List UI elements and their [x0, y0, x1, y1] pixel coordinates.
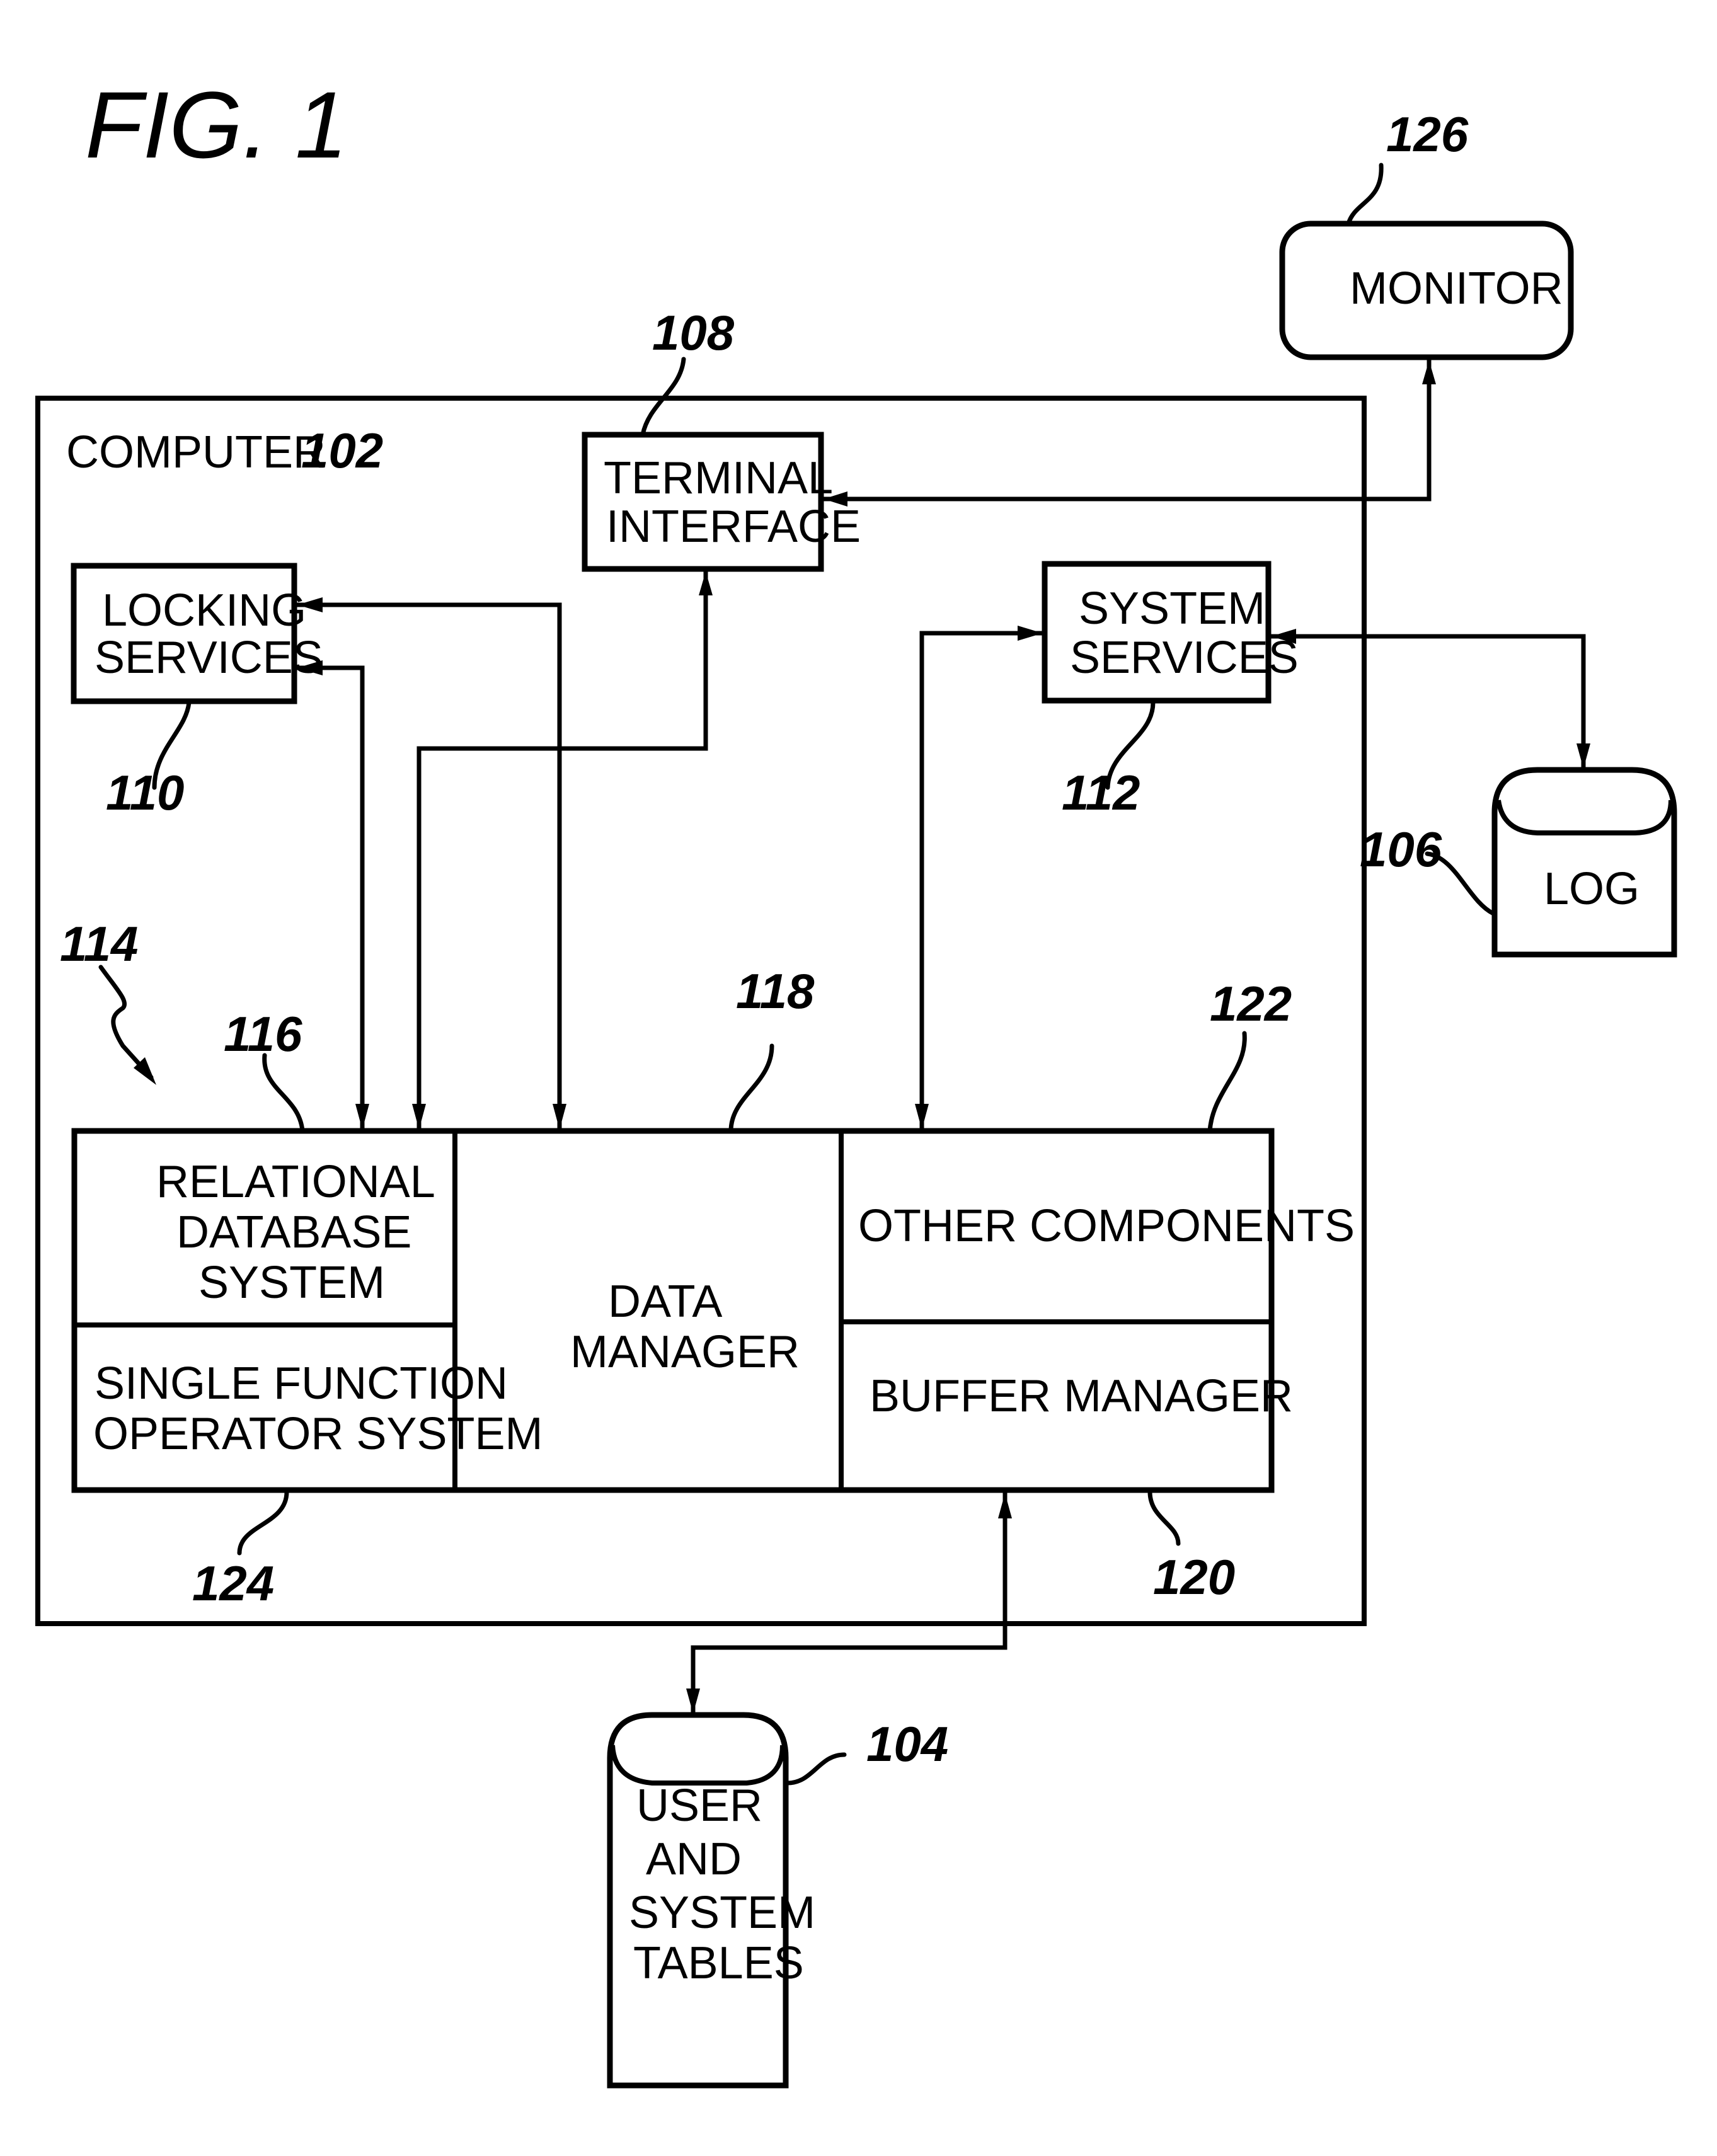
rdbms-ref: 116 [224, 1006, 302, 1062]
user-system-tables-cylinder[interactable]: USER AND SYSTEM TABLES [607, 1712, 815, 2089]
other-components-ref: 122 [1210, 976, 1292, 1031]
locking-services-line-1: LOCKING [102, 585, 306, 636]
system-services-line-1: SYSTEM [1079, 583, 1265, 634]
data-manager-line-2: MANAGER [570, 1327, 800, 1377]
data-manager-ref: 118 [736, 963, 815, 1019]
arrow-into-monitor [1422, 360, 1436, 384]
locking-services-line-2: SERVICES [95, 633, 323, 683]
rdbms-line-3: SYSTEM [198, 1258, 385, 1308]
rdbms-line-1: RELATIONAL [156, 1157, 435, 1207]
system-services-ref: 112 [1062, 765, 1140, 820]
figure-title: FIG. 1 [85, 72, 348, 178]
patent-diagram: FIG. 1 COMPUTER 102 TERMINAL INTERFACE 1… [35, 72, 1677, 2089]
sfos-line-1: SINGLE FUNCTION [95, 1358, 508, 1409]
system-group-ref: 114 [60, 916, 138, 972]
single-function-operator-system-cell[interactable]: SINGLE FUNCTION OPERATOR SYSTEM [93, 1358, 543, 1459]
tables-line-2: AND [646, 1834, 742, 1884]
arrow-into-tables [686, 1689, 700, 1714]
tables-line-4: TABLES [633, 1938, 804, 1988]
tables-line-3: SYSTEM [629, 1888, 815, 1938]
sfos-ref: 124 [192, 1556, 274, 1611]
log-cylinder[interactable]: LOG [1491, 767, 1677, 958]
arrow-into-log [1576, 743, 1590, 769]
log-ref: 106 [1360, 822, 1442, 877]
other-components-cell[interactable]: OTHER COMPONENTS [858, 1201, 1355, 1251]
terminal-interface-line-1: TERMINAL [604, 453, 833, 503]
monitor-ref: 126 [1386, 106, 1469, 162]
tables-ref: 104 [866, 1716, 948, 1772]
log-label: LOG [1544, 864, 1639, 914]
monitor-box[interactable]: MONITOR [1279, 221, 1574, 360]
buffer-manager-label: BUFFER MANAGER [870, 1371, 1293, 1421]
system-services-line-2: SERVICES [1070, 633, 1299, 683]
system-services-box[interactable]: SYSTEM SERVICES [1042, 561, 1299, 704]
computer-ref: 102 [301, 423, 383, 478]
rdbms-line-2: DATABASE [176, 1207, 411, 1258]
other-components-label: OTHER COMPONENTS [858, 1201, 1355, 1251]
monitor-leader [1346, 163, 1384, 226]
locking-services-box[interactable]: LOCKING SERVICES [71, 563, 323, 704]
sfos-line-2: OPERATOR SYSTEM [93, 1409, 543, 1459]
buffer-manager-ref: 120 [1153, 1549, 1235, 1605]
data-manager-line-1: DATA [608, 1276, 722, 1327]
terminal-interface-line-2: INTERFACE [606, 502, 861, 552]
locking-services-ref: 110 [106, 765, 184, 820]
computer-label: COMPUTER [66, 427, 326, 478]
tables-leader [785, 1752, 847, 1786]
buffer-manager-cell[interactable]: BUFFER MANAGER [870, 1371, 1293, 1421]
monitor-label: MONITOR [1350, 263, 1563, 314]
tables-line-1: USER [636, 1780, 762, 1831]
terminal-interface-box[interactable]: TERMINAL INTERFACE [582, 432, 861, 572]
terminal-interface-ref: 108 [652, 305, 735, 360]
